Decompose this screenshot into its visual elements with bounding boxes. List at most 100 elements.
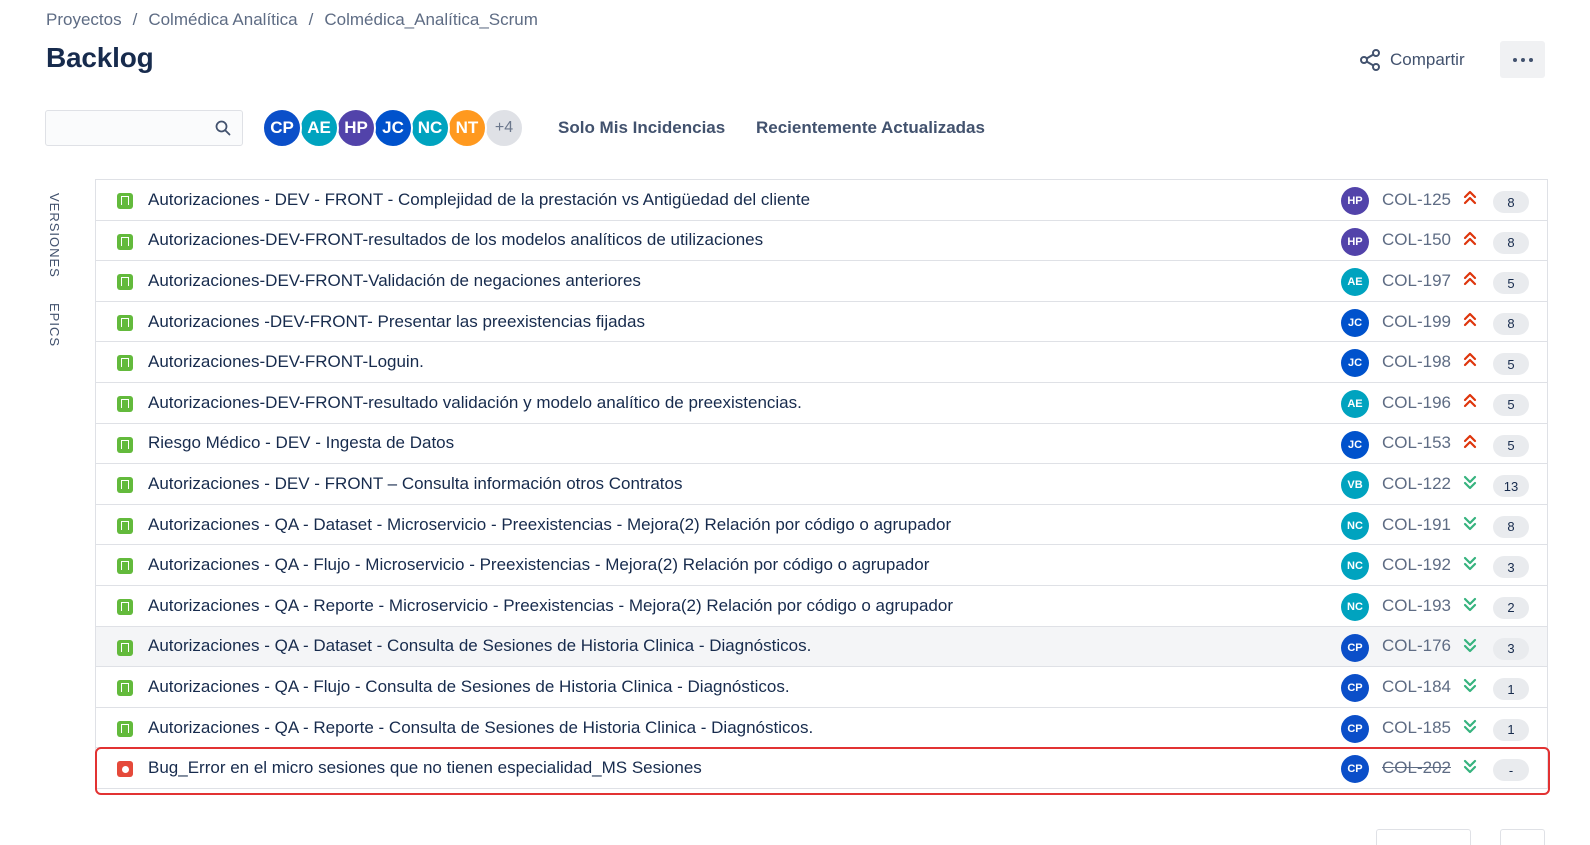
issue-summary[interactable]: Autorizaciones - QA - Flujo - Microservi… <box>148 555 929 575</box>
issue-key[interactable]: COL-192 <box>1382 555 1451 575</box>
breadcrumb-projects[interactable]: Proyectos <box>46 10 122 30</box>
issue-key[interactable]: COL-193 <box>1382 596 1451 616</box>
issue-key[interactable]: COL-153 <box>1382 433 1451 453</box>
issue-row[interactable]: Autorizaciones - QA - Flujo - Consulta d… <box>96 667 1547 708</box>
tab-epics[interactable]: EPICS <box>47 303 62 347</box>
bug-type-icon <box>117 761 133 778</box>
avatar-filter-hp[interactable]: HP <box>336 108 376 148</box>
issue-key[interactable]: COL-202 <box>1382 758 1451 778</box>
assignee-filter-avatars: CP AE HP JC NC NT +4 <box>262 108 524 148</box>
issue-key[interactable]: COL-191 <box>1382 515 1451 535</box>
issue-row[interactable]: Autorizaciones - QA - Flujo - Microservi… <box>96 545 1547 586</box>
backlog-list: Autorizaciones - DEV - FRONT - Complejid… <box>95 179 1548 789</box>
tab-versions[interactable]: VERSIONES <box>47 193 62 278</box>
breadcrumb-project[interactable]: Colmédica Analítica <box>148 10 297 30</box>
issue-key[interactable]: COL-199 <box>1382 312 1451 332</box>
issue-row[interactable]: Autorizaciones -DEV-FRONT- Presentar las… <box>96 301 1547 343</box>
issue-key[interactable]: COL-176 <box>1382 636 1451 656</box>
assignee-avatar[interactable]: AE <box>1341 268 1369 297</box>
assignee-avatar[interactable]: NC <box>1341 552 1369 581</box>
avatar-filter-jc[interactable]: JC <box>373 108 413 148</box>
story-type-icon <box>117 274 133 291</box>
issue-summary[interactable]: Autorizaciones - QA - Dataset - Microser… <box>148 515 951 535</box>
assignee-avatar[interactable]: JC <box>1341 430 1369 459</box>
story-type-icon <box>117 355 133 372</box>
story-type-icon <box>117 477 133 494</box>
story-points-badge: 1 <box>1493 678 1529 701</box>
story-points-badge: 13 <box>1493 475 1529 498</box>
issue-summary[interactable]: Autorizaciones -DEV-FRONT- Presentar las… <box>148 312 645 332</box>
issue-summary[interactable]: Autorizaciones - DEV - FRONT - Complejid… <box>148 190 810 210</box>
breadcrumb-board[interactable]: Colmédica_Analítica_Scrum <box>324 10 538 30</box>
search-icon[interactable] <box>214 119 232 137</box>
story-points-badge: - <box>1493 759 1529 782</box>
story-type-icon <box>117 517 133 534</box>
issue-summary[interactable]: Autorizaciones - QA - Dataset - Consulta… <box>148 636 811 656</box>
issue-row[interactable]: Autorizaciones - QA - Reporte - Microser… <box>96 585 1547 627</box>
issue-row[interactable]: Autorizaciones-DEV-FRONT-Loguin. JC COL-19… <box>96 342 1547 383</box>
story-points-badge: 8 <box>1493 515 1529 538</box>
issue-row[interactable]: Autorizaciones - QA - Reporte - Consulta… <box>96 707 1547 749</box>
avatar-filter-nc[interactable]: NC <box>410 108 450 148</box>
avatar-filter-cp[interactable]: CP <box>262 108 302 148</box>
issue-key[interactable]: COL-184 <box>1382 677 1451 697</box>
assignee-avatar[interactable]: CP <box>1341 714 1369 743</box>
story-points-badge: 8 <box>1493 231 1529 254</box>
issue-summary[interactable]: Autorizaciones-DEV-FRONT-Loguin. <box>148 352 424 372</box>
issue-row[interactable]: Bug_Error en el micro sesiones que no ti… <box>96 748 1547 789</box>
avatar-filter-nt[interactable]: NT <box>447 108 487 148</box>
priority-lowest-icon <box>1463 557 1477 571</box>
assignee-avatar[interactable]: CP <box>1341 633 1369 662</box>
issue-row[interactable]: Riesgo Médico - DEV - Ingesta de Datos JC… <box>96 423 1547 465</box>
issue-key[interactable]: COL-125 <box>1382 190 1451 210</box>
issue-key[interactable]: COL-196 <box>1382 393 1451 413</box>
issue-row[interactable]: Autorizaciones - DEV - FRONT - Complejid… <box>96 180 1547 221</box>
assignee-avatar[interactable]: HP <box>1341 227 1369 256</box>
story-points-badge: 5 <box>1493 353 1529 376</box>
assignee-avatar[interactable]: VB <box>1341 471 1369 500</box>
filter-only-my-issues[interactable]: Solo Mis Incidencias <box>558 118 725 138</box>
issue-summary[interactable]: Autorizaciones - QA - Reporte - Microser… <box>148 596 953 616</box>
story-type-icon <box>117 314 133 331</box>
issue-row[interactable]: Autorizaciones-DEV-FRONT-resultados de l… <box>96 220 1547 262</box>
issue-summary[interactable]: Autorizaciones-DEV-FRONT-Validación de n… <box>148 271 641 291</box>
issue-key[interactable]: COL-185 <box>1382 718 1451 738</box>
priority-lowest-icon <box>1463 638 1477 652</box>
assignee-avatar[interactable]: AE <box>1341 389 1369 418</box>
issue-key[interactable]: COL-122 <box>1382 474 1451 494</box>
issue-summary[interactable]: Autorizaciones - DEV - FRONT – Consulta … <box>148 474 682 494</box>
issue-row[interactable]: Autorizaciones-DEV-FRONT-Validación de n… <box>96 261 1547 302</box>
assignee-avatar[interactable]: CP <box>1341 755 1369 784</box>
issue-key[interactable]: COL-197 <box>1382 271 1451 291</box>
assignee-avatar[interactable]: JC <box>1341 349 1369 378</box>
assignee-avatar[interactable]: JC <box>1341 308 1369 337</box>
issue-summary[interactable]: Autorizaciones - QA - Flujo - Consulta d… <box>148 677 790 697</box>
story-points-badge: 2 <box>1493 596 1529 619</box>
issue-summary[interactable]: Bug_Error en el micro sesiones que no ti… <box>148 758 702 778</box>
issue-summary[interactable]: Autorizaciones-DEV-FRONT-resultados de l… <box>148 230 763 250</box>
issue-key[interactable]: COL-198 <box>1382 352 1451 372</box>
issue-row[interactable]: Autorizaciones-DEV-FRONT-resultado valid… <box>96 382 1547 424</box>
story-points-badge: 3 <box>1493 556 1529 579</box>
filter-recently-updated[interactable]: Recientemente Actualizadas <box>756 118 985 138</box>
avatar-filter-ae[interactable]: AE <box>299 108 339 148</box>
issue-summary[interactable]: Riesgo Médico - DEV - Ingesta de Datos <box>148 433 454 453</box>
issue-key[interactable]: COL-150 <box>1382 230 1451 250</box>
more-actions-button[interactable] <box>1500 41 1545 78</box>
issue-row[interactable]: Autorizaciones - DEV - FRONT – Consulta … <box>96 464 1547 505</box>
issue-summary[interactable]: Autorizaciones-DEV-FRONT-resultado valid… <box>148 393 802 413</box>
assignee-avatar[interactable]: HP <box>1341 187 1369 215</box>
assignee-avatar[interactable]: CP <box>1341 674 1369 703</box>
priority-highest-icon <box>1463 231 1477 245</box>
issue-summary[interactable]: Autorizaciones - QA - Reporte - Consulta… <box>148 718 813 738</box>
footer-button[interactable] <box>1376 829 1471 845</box>
issue-row[interactable]: Autorizaciones - QA - Dataset - Consulta… <box>96 626 1547 668</box>
assignee-avatar[interactable]: NC <box>1341 592 1369 621</box>
assignee-avatar[interactable]: NC <box>1341 511 1369 540</box>
search-input[interactable] <box>46 111 206 145</box>
share-button[interactable]: Compartir <box>1358 44 1465 76</box>
issue-row[interactable]: Autorizaciones - QA - Dataset - Microser… <box>96 504 1547 546</box>
avatar-more-button[interactable]: +4 <box>484 108 524 148</box>
footer-button[interactable] <box>1500 829 1545 845</box>
priority-lowest-icon <box>1463 476 1477 490</box>
